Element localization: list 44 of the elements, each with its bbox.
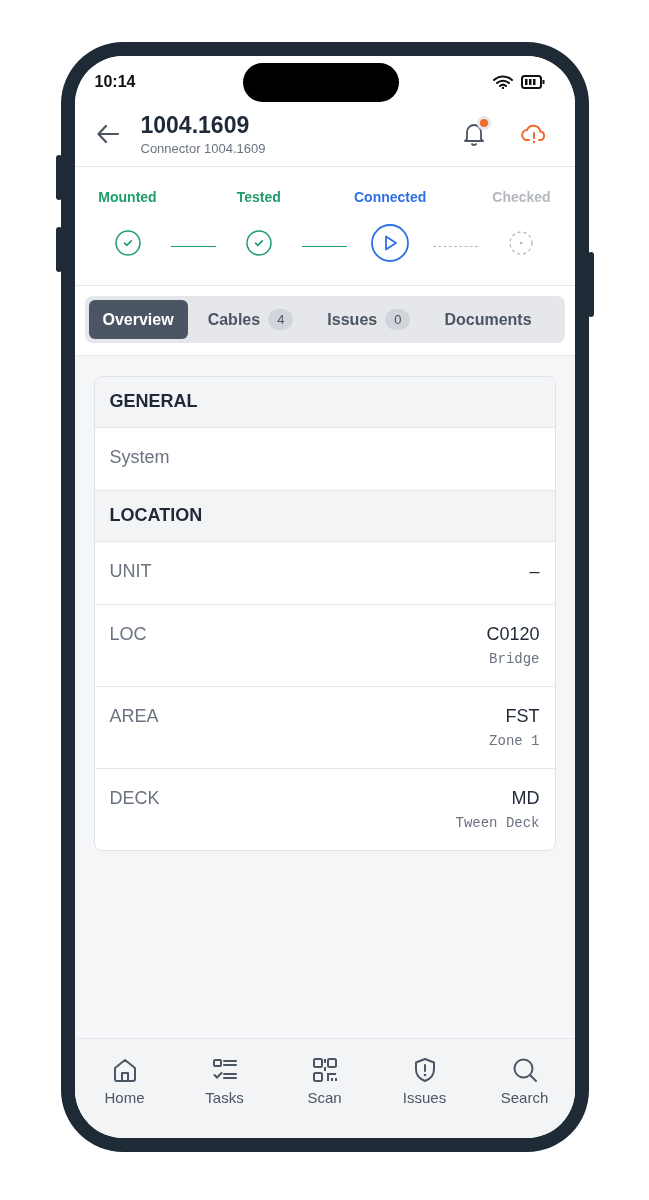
- cloud-alert-icon[interactable]: [520, 123, 547, 145]
- tab[interactable]: Overview: [88, 300, 188, 339]
- nav-item[interactable]: Tasks: [184, 1057, 265, 1106]
- nav-item[interactable]: Search: [484, 1057, 565, 1106]
- step-label: Connected: [354, 189, 427, 205]
- check-circle-icon: [114, 230, 141, 256]
- search-icon: [511, 1057, 538, 1083]
- field-label: LOC: [109, 624, 147, 645]
- field-label: System: [109, 447, 170, 468]
- field-subvalue: Zone 1: [489, 733, 540, 749]
- page-title: 1004.1609: [140, 112, 251, 139]
- tab[interactable]: Documents: [430, 300, 546, 339]
- field-label: UNIT: [109, 561, 152, 582]
- bell-icon: [462, 122, 485, 146]
- step-label: Checked: [492, 189, 551, 205]
- play-circle-icon: [371, 224, 410, 262]
- dashed-circle-icon: [509, 231, 534, 255]
- check-circle-icon: [245, 230, 272, 256]
- nav-item[interactable]: Scan: [284, 1057, 365, 1106]
- qr-code-icon: [311, 1057, 338, 1083]
- count-badge: 0: [385, 309, 411, 330]
- field-subvalue: Tween Deck: [455, 815, 540, 831]
- nav-item[interactable]: Issues: [384, 1057, 465, 1106]
- status-time: 10:14: [94, 73, 136, 91]
- field-value: C0120: [486, 624, 540, 645]
- wifi-icon: [492, 75, 513, 89]
- field-value: MD: [511, 788, 540, 809]
- step-label: Mounted: [98, 189, 157, 205]
- home-icon: [111, 1057, 138, 1083]
- field-label: DECK: [109, 788, 160, 809]
- tab[interactable]: Issues 0: [313, 300, 425, 339]
- page-subtitle: Connector 1004.1609: [140, 141, 267, 156]
- battery-icon: [520, 75, 545, 89]
- field-value: FST: [505, 706, 540, 727]
- step-label: Tested: [236, 189, 281, 205]
- field-label: AREA: [109, 706, 159, 727]
- field-subvalue: Bridge: [489, 651, 540, 667]
- count-badge: 4: [268, 309, 294, 330]
- field-value: –: [529, 561, 540, 582]
- tab[interactable]: Cables 4: [193, 300, 308, 339]
- back-arrow-icon[interactable]: [96, 125, 119, 143]
- nav-item[interactable]: Home: [84, 1057, 165, 1106]
- section-header: GENERAL: [94, 377, 555, 428]
- section-header: LOCATION: [94, 491, 555, 542]
